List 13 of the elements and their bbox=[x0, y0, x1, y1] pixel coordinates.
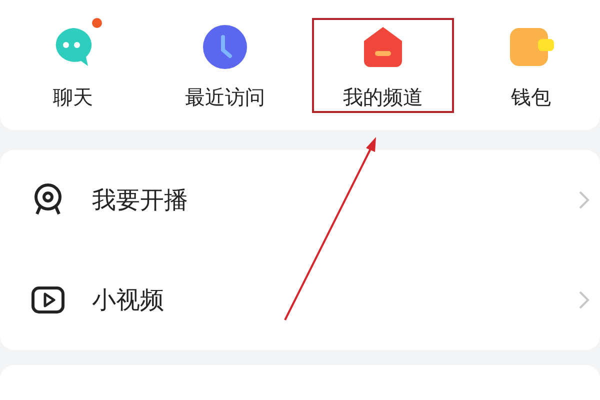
shortcut-button[interactable]: 最近访问 bbox=[146, 0, 304, 111]
shortcut-label[interactable]: 最近访问 bbox=[185, 84, 265, 111]
shortcut-button[interactable]: 钱包 bbox=[462, 0, 600, 111]
shortcut-label[interactable]: 聊天 bbox=[53, 84, 93, 111]
highlight-frame[interactable]: 我的频道 bbox=[314, 20, 452, 111]
shortcut-label[interactable]: 我的频道 bbox=[343, 84, 423, 111]
menu-item[interactable]: 我要开播 bbox=[92, 184, 552, 216]
chevron-right-icon bbox=[578, 190, 590, 210]
chevron-right-icon bbox=[578, 290, 590, 310]
clock-icon bbox=[202, 24, 248, 70]
shortcut-label[interactable]: 钱包 bbox=[511, 84, 551, 111]
menu-item[interactable]: 小视频 bbox=[92, 284, 552, 316]
shortcut-button[interactable]: 聊天 bbox=[0, 0, 146, 111]
